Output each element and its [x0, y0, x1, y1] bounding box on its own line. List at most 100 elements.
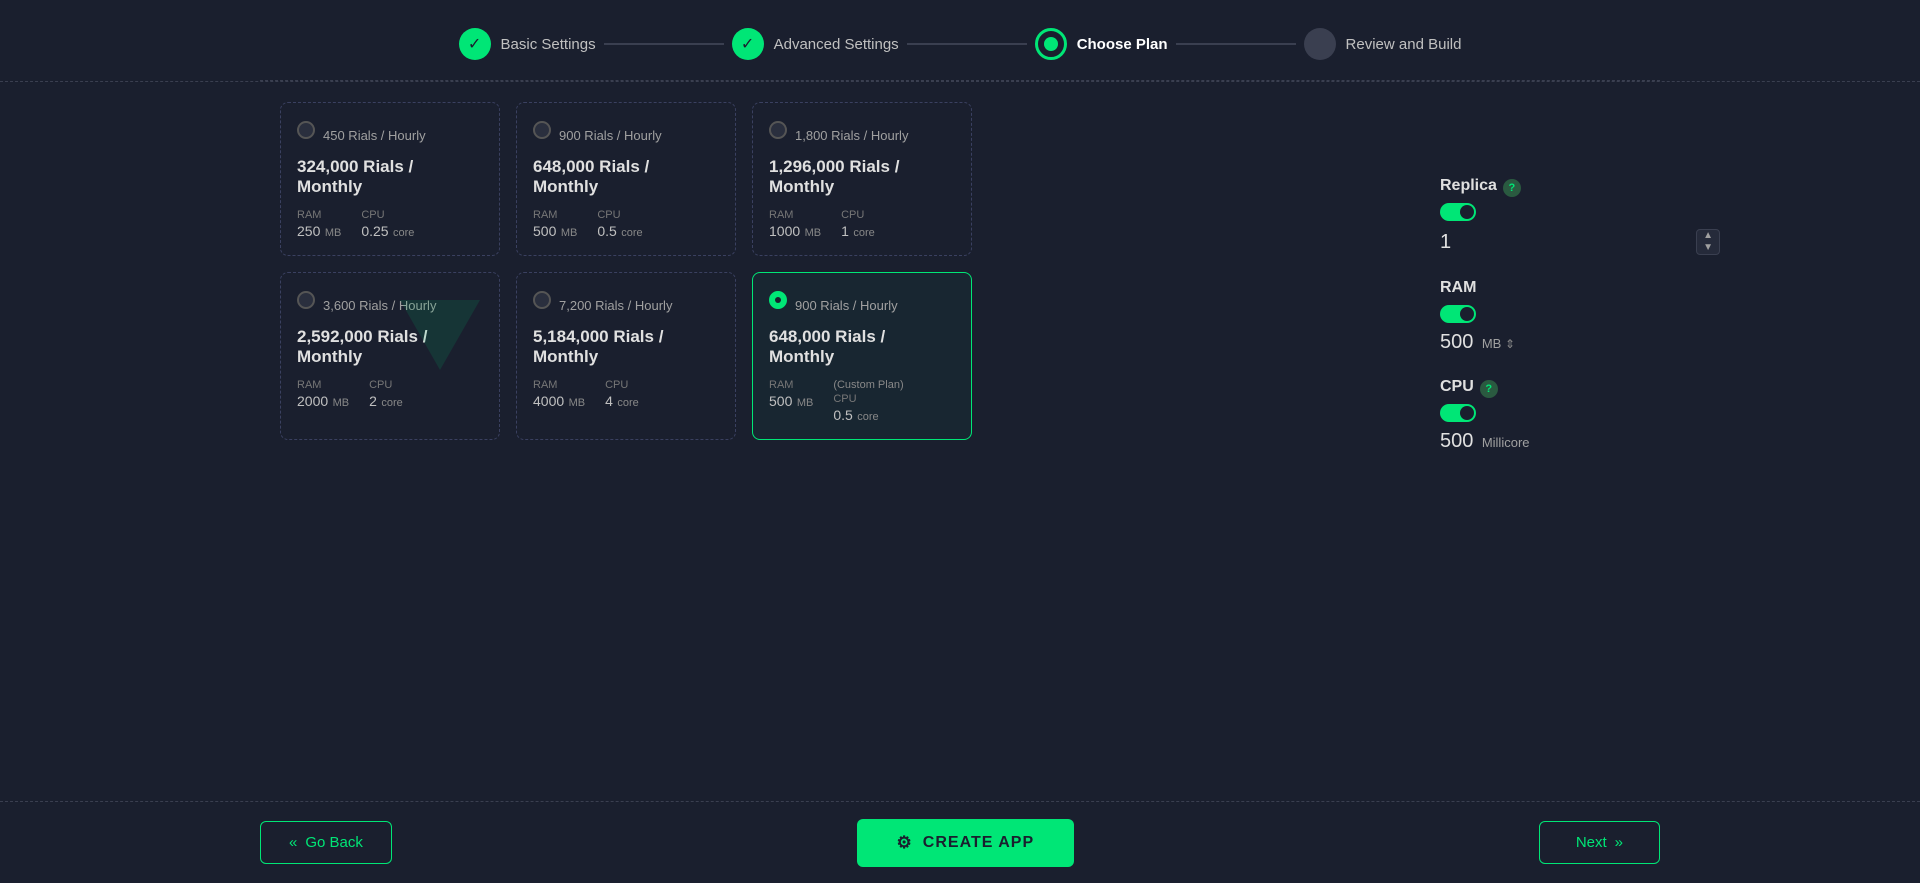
plan-card-5[interactable]: 7,200 Rials / Hourly 5,184,000 Rials / M… [516, 272, 736, 440]
cpu-unit: Millicore [1482, 435, 1530, 450]
step-icon-advanced: ✓ [732, 28, 764, 60]
plan-custom-monthly: 648,000 Rials / Monthly [769, 327, 955, 367]
plan-card-3[interactable]: 1,800 Rials / Hourly 1,296,000 Rials / M… [752, 102, 972, 256]
plan-3-ram-unit: MB [805, 227, 822, 239]
replica-decrement[interactable]: ▼ [1697, 242, 1719, 254]
bottom-bar: « Go Back ⚙ CREATE APP Next » [0, 801, 1920, 883]
next-arrow-icon: » [1615, 834, 1623, 851]
replica-increment[interactable]: ▲ [1697, 230, 1719, 242]
step-review-build: Review and Build [1304, 28, 1462, 60]
replica-label: Replica [1440, 177, 1497, 195]
plan-2-ram-val: 500 [533, 223, 556, 239]
step-label-advanced: Advanced Settings [774, 36, 899, 53]
step-choose-plan: Choose Plan [1035, 28, 1168, 60]
plan-2-cpu-label: CPU [597, 209, 642, 221]
replica-help-icon[interactable]: ? [1503, 179, 1521, 197]
stepper: ✓ Basic Settings ✓ Advanced Settings Cho… [0, 0, 1920, 80]
step-label-choose-plan: Choose Plan [1077, 36, 1168, 53]
plan-radio-2[interactable] [533, 121, 551, 139]
ram-toggle[interactable] [1440, 305, 1476, 323]
plan-3-cpu-val: 1 [841, 223, 849, 239]
replica-section: Replica ? 1 ▲ ▼ [1440, 177, 1720, 255]
replica-spinner[interactable]: ▲ ▼ [1696, 229, 1720, 255]
plan-3-ram-val: 1000 [769, 223, 800, 239]
plan-4-ram-unit: MB [333, 397, 350, 409]
create-app-button[interactable]: ⚙ CREATE APP [857, 819, 1075, 867]
next-button[interactable]: Next » [1539, 821, 1660, 864]
plan-5-cpu-unit: core [617, 397, 638, 409]
plan-3-ram-label: RAM [769, 209, 821, 221]
plan-1-ram-label: RAM [297, 209, 341, 221]
go-back-button[interactable]: « Go Back [260, 821, 392, 864]
cpu-value: 500 [1440, 430, 1473, 452]
plan-custom-hourly: 900 Rials / Hourly [795, 298, 898, 313]
plan-5-ram-label: RAM [533, 379, 585, 391]
plan-radio-3[interactable] [769, 121, 787, 139]
plan-3-hourly: 1,800 Rials / Hourly [795, 128, 908, 143]
plan-5-ram-val: 4000 [533, 393, 564, 409]
ram-unit: MB ⇕ [1482, 336, 1515, 351]
plan-1-monthly: 324,000 Rials / Monthly [297, 157, 483, 197]
plan-1-hourly: 450 Rials / Hourly [323, 128, 426, 143]
right-panel: Replica ? 1 ▲ ▼ RAM 500 [1440, 177, 1720, 477]
cpu-section: CPU ? 500 Millicore [1440, 378, 1720, 453]
ram-section: RAM 500 MB ⇕ [1440, 279, 1720, 354]
back-arrow-icon: « [289, 834, 297, 851]
next-label: Next [1576, 834, 1607, 851]
deco-triangle [400, 300, 480, 370]
ram-value: 500 [1440, 331, 1473, 353]
ram-label: RAM [1440, 279, 1476, 297]
plan-radio-5[interactable] [533, 291, 551, 309]
plan-4-cpu-val: 2 [369, 393, 377, 409]
plan-card-2[interactable]: 900 Rials / Hourly 648,000 Rials / Month… [516, 102, 736, 256]
plan-card-1[interactable]: 450 Rials / Hourly 324,000 Rials / Month… [280, 102, 500, 256]
cpu-label: CPU [1440, 378, 1474, 396]
plan-1-cpu-label: CPU [361, 209, 414, 221]
plan-2-cpu-unit: core [621, 227, 642, 239]
plan-5-ram-unit: MB [569, 397, 586, 409]
plan-custom-ram-unit: MB [797, 397, 814, 409]
step-icon-choose-plan [1035, 28, 1067, 60]
gear-icon: ⚙ [897, 833, 913, 853]
plan-3-cpu-label: CPU [841, 209, 875, 221]
create-app-label: CREATE APP [923, 834, 1034, 852]
cpu-help-icon[interactable]: ? [1480, 380, 1498, 398]
plan-radio-custom[interactable] [769, 291, 787, 309]
replica-value: 1 [1440, 231, 1451, 254]
plan-4-cpu-unit: core [381, 397, 402, 409]
step-basic-settings: ✓ Basic Settings [459, 28, 596, 60]
step-label-review: Review and Build [1346, 36, 1462, 53]
plan-4-ram-val: 2000 [297, 393, 328, 409]
plan-1-ram-val: 250 [297, 223, 320, 239]
plan-custom-custom-label: (Custom Plan) [833, 379, 903, 391]
replica-toggle[interactable] [1440, 203, 1476, 221]
plan-2-hourly: 900 Rials / Hourly [559, 128, 662, 143]
cpu-toggle[interactable] [1440, 404, 1476, 422]
plan-radio-4[interactable] [297, 291, 315, 309]
plan-radio-1[interactable] [297, 121, 315, 139]
plan-4-ram-label: RAM [297, 379, 349, 391]
plan-custom-cpu-unit: core [857, 411, 878, 423]
plans-grid: 450 Rials / Hourly 324,000 Rials / Month… [280, 102, 1640, 440]
ram-unit-toggle[interactable]: ⇕ [1505, 337, 1515, 351]
plan-custom-cpu-label: CPU [833, 393, 856, 405]
plan-2-cpu-val: 0.5 [597, 223, 616, 239]
plan-custom-ram-val: 500 [769, 393, 792, 409]
connector-3 [1176, 43, 1296, 45]
plan-5-cpu-label: CPU [605, 379, 639, 391]
plan-5-monthly: 5,184,000 Rials / Monthly [533, 327, 719, 367]
plan-custom-cpu-val: 0.5 [833, 407, 852, 423]
plan-custom-ram-label: RAM [769, 379, 813, 391]
plan-3-monthly: 1,296,000 Rials / Monthly [769, 157, 955, 197]
go-back-label: Go Back [305, 834, 363, 851]
plan-2-ram-unit: MB [561, 227, 578, 239]
plan-5-cpu-val: 4 [605, 393, 613, 409]
plan-card-custom[interactable]: 900 Rials / Hourly 648,000 Rials / Month… [752, 272, 972, 440]
plan-5-hourly: 7,200 Rials / Hourly [559, 298, 672, 313]
connector-2 [907, 43, 1027, 45]
plan-2-ram-label: RAM [533, 209, 577, 221]
step-icon-basic: ✓ [459, 28, 491, 60]
plan-4-cpu-label: CPU [369, 379, 403, 391]
step-label-basic: Basic Settings [501, 36, 596, 53]
step-advanced-settings: ✓ Advanced Settings [732, 28, 899, 60]
